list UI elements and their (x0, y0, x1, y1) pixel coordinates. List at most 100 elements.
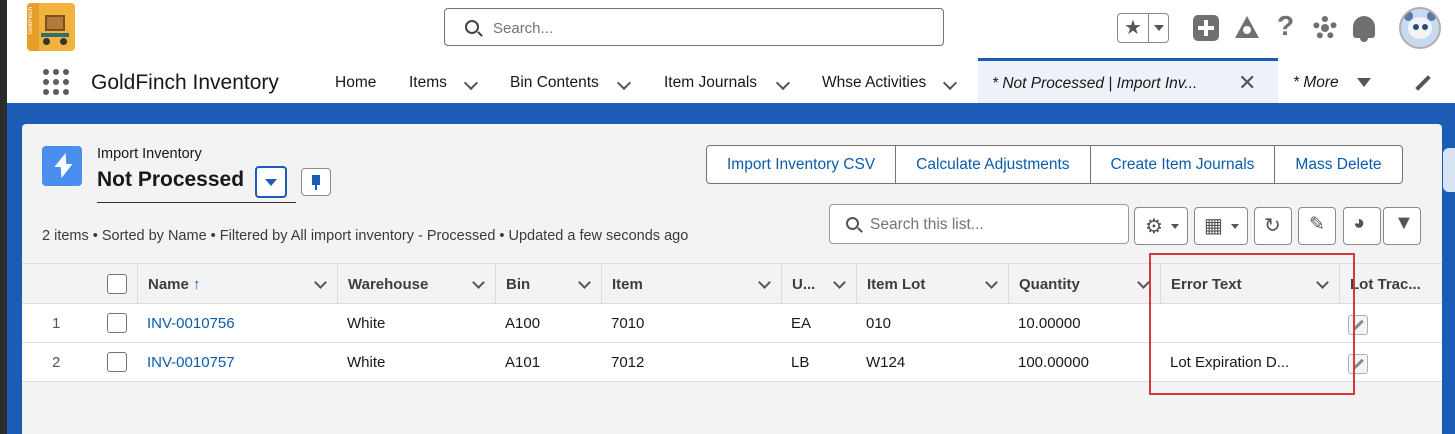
gear-icon: ⚙ (1145, 216, 1163, 238)
list-view-selector-button[interactable] (255, 166, 287, 198)
chevron-down-icon[interactable] (1357, 78, 1371, 87)
chevron-down-icon[interactable] (1154, 25, 1164, 31)
column-header-quantity[interactable]: Quantity (1008, 264, 1160, 304)
close-icon[interactable]: ✕ (1238, 70, 1256, 96)
chevron-down-icon[interactable] (833, 276, 846, 289)
charts-button[interactable]: ◕ (1343, 207, 1381, 245)
record-name-link[interactable]: INV-0010756 (147, 315, 235, 332)
waffle-dot (63, 89, 69, 95)
chevron-down-icon[interactable] (1137, 276, 1150, 289)
nav-item-home[interactable]: Home (335, 74, 376, 92)
refresh-button[interactable]: ↻ (1254, 207, 1292, 245)
avatar-eye (1413, 24, 1419, 30)
pencil-icon: ✎ (1309, 214, 1325, 235)
column-label: Bin (506, 276, 531, 293)
utility-side-tab[interactable] (1443, 148, 1455, 192)
app-logo[interactable]: GoldFinch (27, 3, 75, 51)
sort-arrow-icon: ↑ (193, 276, 201, 293)
chevron-down-icon[interactable] (463, 75, 479, 91)
column-header-warehouse[interactable]: Warehouse (337, 264, 495, 304)
tab-not-processed[interactable]: * Not Processed | Import Inv... ✕ (978, 58, 1278, 103)
help-icon[interactable]: ? (1277, 10, 1294, 42)
error-text-highlight-box (1149, 253, 1355, 395)
list-settings-button[interactable]: ⚙ (1134, 207, 1188, 245)
record-name-link[interactable]: INV-0010757 (147, 354, 235, 371)
create-item-journals-button[interactable]: Create Item Journals (1089, 146, 1275, 183)
column-header-item[interactable]: Item (601, 264, 781, 304)
chevron-down-icon (1171, 224, 1179, 229)
setup-gear-icon[interactable] (1313, 16, 1337, 40)
avatar-face (1408, 17, 1432, 39)
chevron-down-icon[interactable] (314, 276, 327, 289)
logo-cart-icon (41, 33, 69, 37)
nav-item-item-journals[interactable]: Item Journals (664, 74, 757, 92)
chevron-down-icon[interactable] (942, 75, 958, 91)
waffle-dot (43, 89, 49, 95)
select-all-checkbox[interactable] (107, 274, 127, 294)
list-view-title[interactable]: Not Processed (97, 168, 244, 192)
chevron-down-icon[interactable] (578, 276, 591, 289)
global-search-input[interactable]: Search... (444, 8, 944, 46)
global-search-placeholder: Search... (493, 20, 554, 37)
object-label: Import Inventory (97, 146, 202, 162)
column-label: Name ↑ (148, 276, 201, 293)
app-launcher-icon[interactable] (43, 69, 69, 95)
mass-delete-button[interactable]: Mass Delete (1274, 146, 1401, 183)
list-summary: 2 items • Sorted by Name • Filtered by A… (42, 228, 689, 244)
global-header: GoldFinch Search... ★ ? (7, 0, 1455, 58)
filters-button[interactable]: ▼ (1383, 207, 1421, 245)
waffle-dot (53, 89, 59, 95)
favorites-divider (1148, 14, 1149, 42)
column-header-name[interactable]: Name ↑ (137, 264, 337, 304)
nav-item-whse-activities[interactable]: Whse Activities (822, 74, 926, 92)
search-icon (846, 217, 859, 230)
display-as-table-button[interactable]: ▦ (1194, 207, 1248, 245)
waffle-dot (43, 79, 49, 85)
calculate-adjustments-button[interactable]: Calculate Adjustments (895, 146, 1089, 183)
nav-more-menu[interactable]: * More (1293, 74, 1339, 92)
row-checkbox[interactable] (107, 352, 127, 372)
header-utility-icons: ★ ? (1117, 7, 1447, 49)
row-checkbox[interactable] (107, 313, 127, 333)
chevron-down-icon (1231, 224, 1239, 229)
chevron-down-icon[interactable] (758, 276, 771, 289)
logo-wheel-icon (60, 38, 67, 45)
cell-uom: LB (791, 354, 810, 371)
row-number: 2 (52, 354, 61, 371)
window-edge (0, 0, 7, 434)
column-label: Quantity (1019, 276, 1080, 293)
tab-label: * Not Processed | Import Inv... (992, 75, 1198, 92)
edit-nav-pencil-icon[interactable] (1415, 75, 1431, 91)
inline-edit-button[interactable]: ✎ (1298, 207, 1336, 245)
avatar-eye (1422, 24, 1428, 30)
cell-item-lot: 010 (866, 315, 892, 332)
import-inventory-csv-button[interactable]: Import Inventory CSV (707, 146, 895, 183)
column-header-item-lot[interactable]: Item Lot (856, 264, 1008, 304)
chevron-down-icon[interactable] (775, 75, 791, 91)
column-header-uom[interactable]: U... (781, 264, 856, 304)
cell-quantity: 10.00000 (1018, 315, 1081, 332)
cell-quantity: 100.00000 (1018, 354, 1089, 371)
star-icon: ★ (1124, 17, 1142, 39)
column-label: Item (612, 276, 643, 293)
list-search-input[interactable]: Search this list... (829, 204, 1129, 244)
notifications-bell-icon[interactable] (1353, 16, 1375, 42)
favorites-button[interactable]: ★ (1117, 13, 1169, 43)
table-icon: ▦ (1204, 215, 1223, 237)
nav-item-bin-contents[interactable]: Bin Contents (510, 74, 599, 92)
chevron-down-icon[interactable] (616, 75, 632, 91)
user-avatar[interactable] (1399, 7, 1441, 49)
column-header-bin[interactable]: Bin (495, 264, 601, 304)
pin-icon[interactable] (301, 168, 331, 196)
cell-warehouse: White (347, 315, 386, 332)
logo-box-icon (45, 15, 65, 31)
nav-item-items[interactable]: Items (409, 74, 447, 92)
row-number: 1 (52, 315, 61, 332)
column-label: Lot Trac... (1350, 276, 1421, 293)
cell-item: 7010 (611, 315, 645, 332)
trailhead-icon[interactable] (1233, 14, 1261, 42)
cell-uom: EA (791, 315, 812, 332)
chevron-down-icon[interactable] (985, 276, 998, 289)
chevron-down-icon[interactable] (472, 276, 485, 289)
global-actions-plus-icon[interactable] (1193, 15, 1219, 41)
